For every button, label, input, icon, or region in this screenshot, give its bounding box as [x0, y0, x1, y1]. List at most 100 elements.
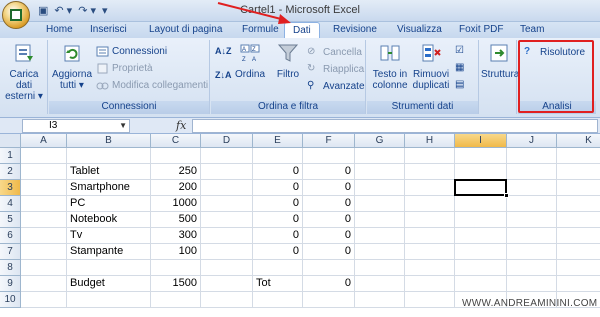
column-header-h[interactable]: H — [405, 134, 455, 148]
cell-d5[interactable] — [201, 212, 253, 228]
office-button[interactable] — [2, 1, 30, 29]
cell-a9[interactable] — [21, 276, 67, 292]
proprieta-button[interactable]: Proprietà — [96, 62, 153, 75]
cell-h7[interactable] — [405, 244, 455, 260]
cell-c8[interactable] — [151, 260, 201, 276]
cell-j7[interactable] — [507, 244, 557, 260]
cell-k9[interactable] — [557, 276, 600, 292]
cell-c4[interactable]: 1000 — [151, 196, 201, 212]
avanzate-button[interactable]: ⚲ Avanzate — [307, 80, 365, 93]
cell-g1[interactable] — [355, 148, 405, 164]
cell-g2[interactable] — [355, 164, 405, 180]
name-box-dropdown-icon[interactable]: ▼ — [119, 120, 127, 132]
cell-f7[interactable]: 0 — [303, 244, 355, 260]
row-header-4[interactable]: 4 — [0, 196, 21, 212]
consolida-button[interactable]: ▦ — [455, 62, 468, 75]
cell-k8[interactable] — [557, 260, 600, 276]
cell-h2[interactable] — [405, 164, 455, 180]
column-header-a[interactable]: A — [21, 134, 67, 148]
active-cell-selection[interactable] — [454, 179, 509, 198]
cell-g4[interactable] — [355, 196, 405, 212]
row-header-6[interactable]: 6 — [0, 228, 21, 244]
cell-e4[interactable]: 0 — [253, 196, 303, 212]
cell-k2[interactable] — [557, 164, 600, 180]
cell-g9[interactable] — [355, 276, 405, 292]
cell-a8[interactable] — [21, 260, 67, 276]
cell-e2[interactable]: 0 — [253, 164, 303, 180]
cancella-button[interactable]: ⊘ Cancella — [307, 46, 362, 59]
cell-c7[interactable]: 100 — [151, 244, 201, 260]
cell-a7[interactable] — [21, 244, 67, 260]
modifica-collegamenti-button[interactable]: Modifica collegamenti — [96, 79, 208, 92]
cell-f4[interactable]: 0 — [303, 196, 355, 212]
cell-e8[interactable] — [253, 260, 303, 276]
cell-k5[interactable] — [557, 212, 600, 228]
column-header-f[interactable]: F — [303, 134, 355, 148]
cell-h5[interactable] — [405, 212, 455, 228]
cell-k3[interactable] — [557, 180, 600, 196]
filtro-button[interactable]: Filtro — [273, 42, 303, 80]
tab-foxit[interactable]: Foxit PDF — [459, 24, 503, 35]
cell-b2[interactable]: Tablet — [67, 164, 151, 180]
cell-h1[interactable] — [405, 148, 455, 164]
cell-c10[interactable] — [151, 292, 201, 308]
cell-c2[interactable]: 250 — [151, 164, 201, 180]
cell-k6[interactable] — [557, 228, 600, 244]
sort-az-button[interactable]: A↓Z — [215, 46, 232, 56]
cell-d1[interactable] — [201, 148, 253, 164]
cell-c3[interactable]: 200 — [151, 180, 201, 196]
cell-i6[interactable] — [455, 228, 507, 244]
cell-j3[interactable] — [507, 180, 557, 196]
cell-h3[interactable] — [405, 180, 455, 196]
cell-e6[interactable]: 0 — [253, 228, 303, 244]
cell-f2[interactable]: 0 — [303, 164, 355, 180]
cell-a1[interactable] — [21, 148, 67, 164]
row-header-10[interactable]: 10 — [0, 292, 21, 308]
cell-b7[interactable]: Stampante — [67, 244, 151, 260]
row-header-2[interactable]: 2 — [0, 164, 21, 180]
cell-j6[interactable] — [507, 228, 557, 244]
tab-layout[interactable]: Layout di pagina — [149, 24, 222, 35]
cell-c1[interactable] — [151, 148, 201, 164]
cell-f3[interactable]: 0 — [303, 180, 355, 196]
cell-c9[interactable]: 1500 — [151, 276, 201, 292]
cell-j5[interactable] — [507, 212, 557, 228]
cell-i1[interactable] — [455, 148, 507, 164]
cell-f5[interactable]: 0 — [303, 212, 355, 228]
row-header-3[interactable]: 3 — [0, 180, 21, 196]
row-header-9[interactable]: 9 — [0, 276, 21, 292]
cell-a5[interactable] — [21, 212, 67, 228]
cell-b1[interactable] — [67, 148, 151, 164]
tab-formule[interactable]: Formule — [242, 24, 279, 35]
cell-f10[interactable] — [303, 292, 355, 308]
ordina-button[interactable]: AZZA Ordina — [235, 42, 265, 80]
cell-i5[interactable] — [455, 212, 507, 228]
cell-e3[interactable]: 0 — [253, 180, 303, 196]
cell-j8[interactable] — [507, 260, 557, 276]
cell-d8[interactable] — [201, 260, 253, 276]
cell-i9[interactable] — [455, 276, 507, 292]
cell-g8[interactable] — [355, 260, 405, 276]
cell-f8[interactable] — [303, 260, 355, 276]
connessioni-button[interactable]: Connessioni — [96, 45, 167, 58]
row-header-5[interactable]: 5 — [0, 212, 21, 228]
cell-g3[interactable] — [355, 180, 405, 196]
cell-g7[interactable] — [355, 244, 405, 260]
cell-b8[interactable] — [67, 260, 151, 276]
tab-visualizza[interactable]: Visualizza — [397, 24, 442, 35]
cell-d4[interactable] — [201, 196, 253, 212]
fill-handle[interactable] — [504, 193, 509, 198]
cell-d7[interactable] — [201, 244, 253, 260]
analisi-what-if-button[interactable]: ▤ — [455, 79, 468, 92]
column-header-j[interactable]: J — [507, 134, 557, 148]
row-header-1[interactable]: 1 — [0, 148, 21, 164]
tab-dati[interactable]: Dati — [284, 22, 320, 39]
cell-d9[interactable] — [201, 276, 253, 292]
sort-za-button[interactable]: Z↓A — [215, 70, 232, 80]
cell-h4[interactable] — [405, 196, 455, 212]
column-header-b[interactable]: B — [67, 134, 151, 148]
cell-j1[interactable] — [507, 148, 557, 164]
cell-i4[interactable] — [455, 196, 507, 212]
column-header-g[interactable]: G — [355, 134, 405, 148]
rimuovi-duplicati-button[interactable]: Rimuovi duplicati — [411, 42, 451, 91]
